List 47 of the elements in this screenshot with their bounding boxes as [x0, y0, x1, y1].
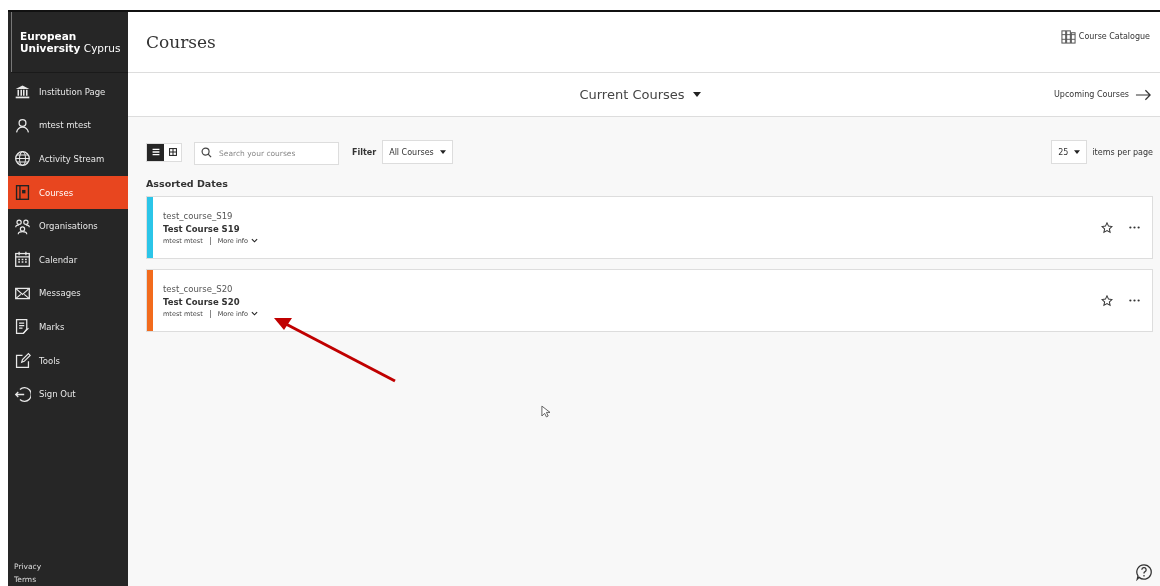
- group-icon: [14, 217, 31, 235]
- person-icon: [14, 116, 31, 134]
- nav-item[interactable]: mtest mtest: [8, 108, 128, 143]
- nav-item[interactable]: Sign Out: [8, 377, 128, 411]
- help-icon[interactable]: [1135, 563, 1153, 581]
- caret-icon: [692, 92, 701, 97]
- favorite-star-icon[interactable]: [1101, 221, 1113, 234]
- nav-item[interactable]: Marks: [8, 310, 128, 344]
- arrow-right-icon: [1135, 88, 1152, 101]
- sign-out-icon: [14, 385, 31, 403]
- books-icon: [1060, 28, 1076, 44]
- calendar-icon: [14, 251, 31, 269]
- nav-item[interactable]: Institution Page: [8, 75, 128, 109]
- nav-item[interactable]: Tools: [8, 343, 128, 378]
- current-courses-dropdown[interactable]: Current Courses: [577, 85, 703, 104]
- items-per-page-dropdown[interactable]: 25: [1051, 140, 1088, 164]
- more-options-icon[interactable]: [1129, 226, 1140, 229]
- edit-icon: [14, 352, 31, 370]
- course-catalogue-link[interactable]: Course Catalogue: [1060, 28, 1150, 44]
- items-per-page-label: items per page: [1092, 147, 1153, 157]
- document-icon: [14, 318, 31, 336]
- nav-item[interactable]: Calendar: [8, 242, 128, 277]
- section-heading: Assorted Dates: [146, 178, 229, 189]
- page-title: Courses: [146, 32, 216, 52]
- chevron-down-icon: [251, 311, 259, 316]
- favorite-star-icon[interactable]: [1101, 294, 1113, 307]
- chevron-down-icon: [251, 238, 259, 243]
- book-icon: [14, 184, 31, 202]
- caret-icon: [1074, 150, 1081, 154]
- caret-icon: [439, 150, 446, 154]
- nav-item[interactable]: Courses: [8, 175, 128, 210]
- more-options-icon[interactable]: [1129, 299, 1140, 302]
- filter-dropdown[interactable]: All Courses: [382, 140, 453, 164]
- view-toggle-button[interactable]: [147, 143, 164, 161]
- globe-icon: [14, 150, 31, 168]
- nav-item[interactable]: Messages: [8, 276, 128, 311]
- upcoming-courses-link[interactable]: Upcoming Courses: [1053, 88, 1152, 101]
- filter-label: Filter: [352, 147, 377, 157]
- institution-icon: [14, 83, 31, 101]
- course-id: test_course_S19: [163, 210, 234, 221]
- grid-icon: [166, 146, 179, 158]
- mouse-pointer-icon: [541, 405, 550, 418]
- nav-item[interactable]: Organisations: [8, 209, 128, 243]
- course-id: test_course_S20: [163, 283, 234, 294]
- course-name-link[interactable]: Test Course S19: [163, 223, 1101, 234]
- nav-item[interactable]: Activity Stream: [8, 142, 128, 176]
- course-name-link[interactable]: Test Course S20: [163, 296, 1101, 307]
